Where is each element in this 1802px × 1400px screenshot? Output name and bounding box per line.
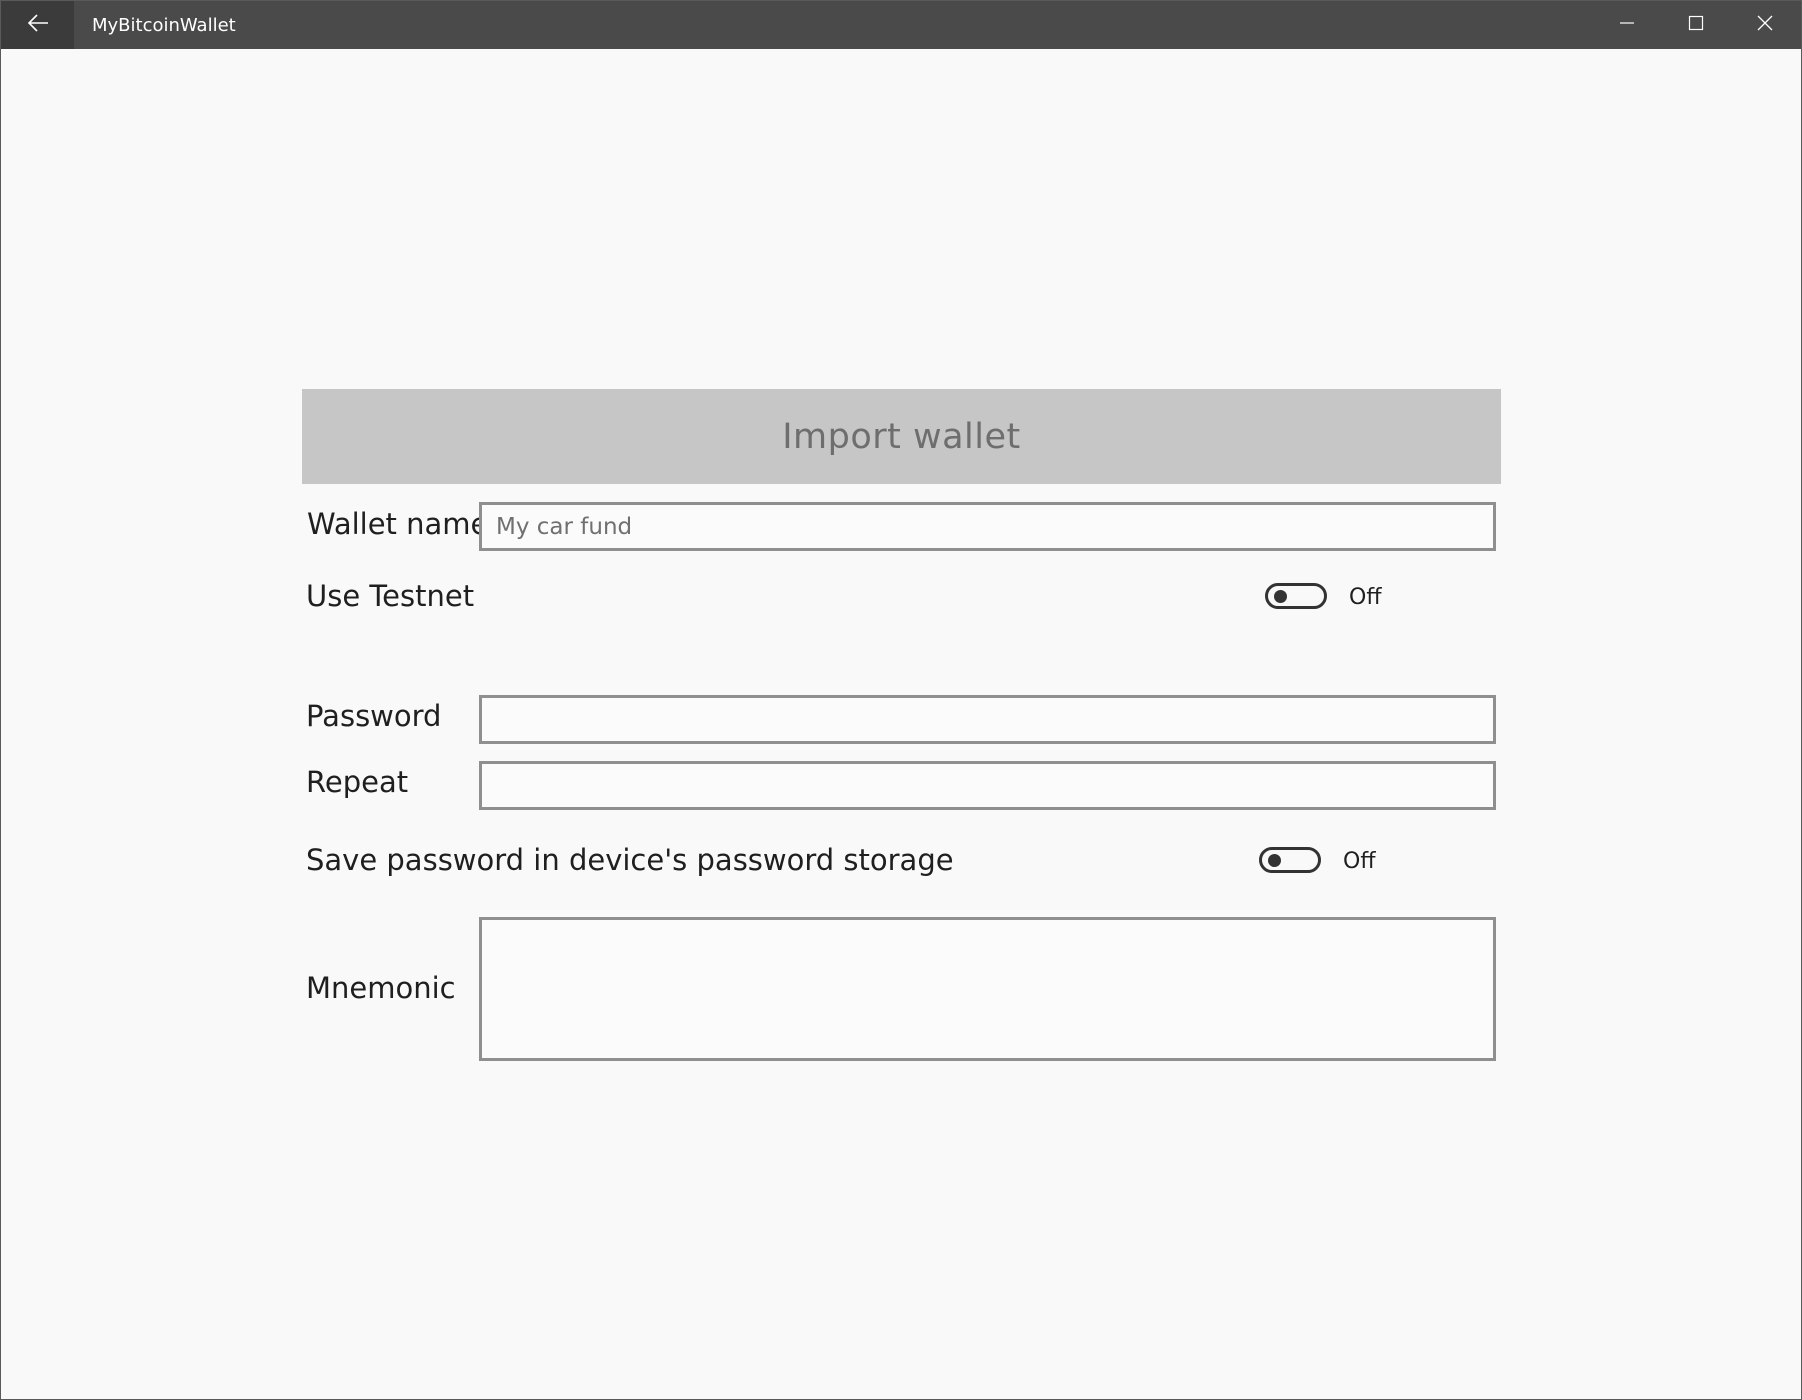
save-password-state: Off	[1343, 849, 1376, 874]
wallet-name-field[interactable]	[479, 502, 1496, 551]
mnemonic-input[interactable]	[482, 920, 1493, 1058]
page-content: Import wallet Wallet name Use Testnet Of…	[1, 49, 1801, 1399]
save-password-label: Save password in device's password stora…	[306, 843, 954, 877]
page-title: Import wallet	[782, 416, 1021, 457]
app-title: MyBitcoinWallet	[92, 15, 236, 36]
mnemonic-label: Mnemonic	[306, 971, 456, 1005]
maximize-icon	[1688, 15, 1704, 36]
maximize-button[interactable]	[1662, 1, 1730, 49]
minimize-icon	[1619, 15, 1635, 36]
arrow-left-icon	[27, 13, 49, 38]
close-button[interactable]	[1731, 1, 1799, 49]
page-header: Import wallet	[302, 389, 1501, 484]
wallet-name-label: Wallet name	[307, 507, 489, 541]
app-window: MyBitcoinWallet Import wallet Wallet nam…	[0, 0, 1802, 1400]
close-icon	[1756, 14, 1774, 37]
repeat-password-input[interactable]	[482, 764, 1493, 807]
toggle-knob	[1274, 590, 1287, 603]
password-label: Password	[306, 699, 442, 733]
toggle-knob	[1268, 854, 1281, 867]
minimize-button[interactable]	[1593, 1, 1661, 49]
password-field[interactable]	[479, 695, 1496, 744]
use-testnet-toggle[interactable]	[1265, 583, 1327, 609]
use-testnet-label: Use Testnet	[306, 579, 475, 613]
wallet-name-input[interactable]	[482, 505, 1493, 548]
password-input[interactable]	[482, 698, 1493, 741]
mnemonic-field[interactable]	[479, 917, 1496, 1061]
repeat-password-field[interactable]	[479, 761, 1496, 810]
use-testnet-state: Off	[1349, 585, 1382, 610]
back-button[interactable]	[1, 1, 74, 49]
save-password-toggle[interactable]	[1259, 847, 1321, 873]
repeat-password-label: Repeat	[306, 765, 409, 799]
title-bar: MyBitcoinWallet	[1, 1, 1801, 49]
